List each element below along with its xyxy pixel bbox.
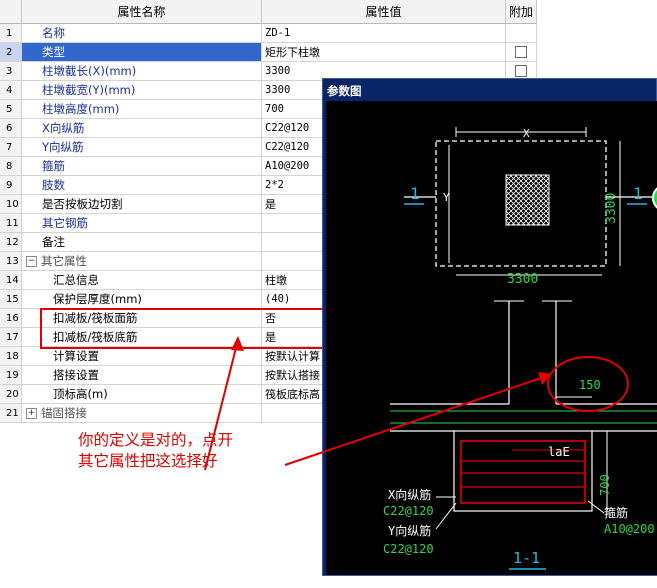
arrow-to-diagram xyxy=(284,375,548,466)
annotation-arrows xyxy=(204,336,552,471)
annotation-note: 你的定义是对的，点开 其它属性把这选择好 xyxy=(78,430,233,472)
annotation-line-2: 其它属性把这选择好 xyxy=(78,452,218,470)
annotation-line-1: 你的定义是对的，点开 xyxy=(78,431,234,449)
